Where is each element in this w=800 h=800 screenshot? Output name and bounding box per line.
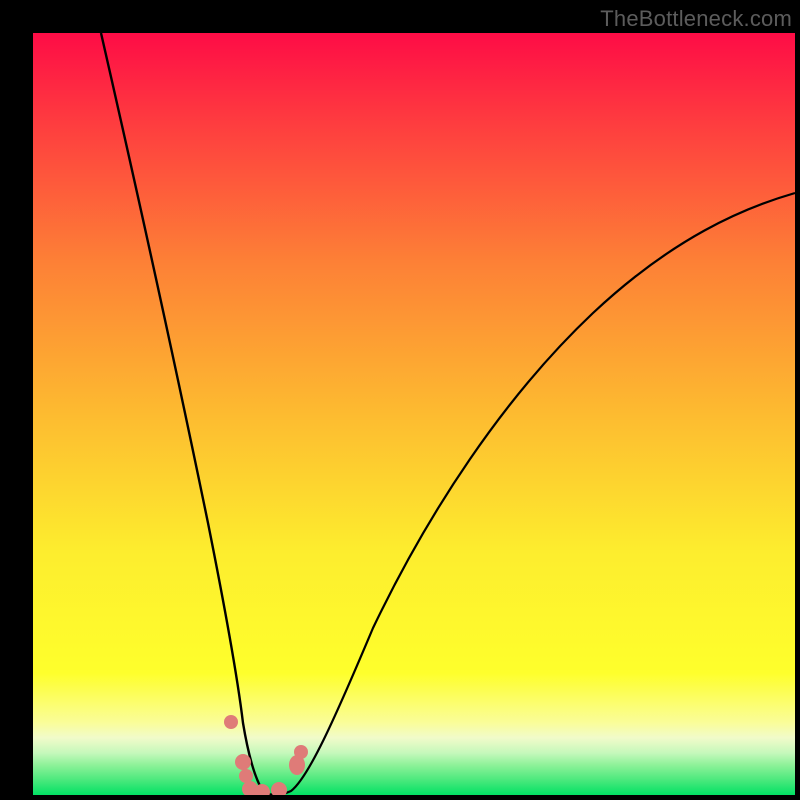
chart-frame: TheBottleneck.com (0, 0, 800, 800)
gradient-background (33, 33, 795, 795)
chart-svg (33, 33, 795, 795)
plot-area (33, 33, 795, 795)
attribution-label: TheBottleneck.com (600, 6, 792, 32)
